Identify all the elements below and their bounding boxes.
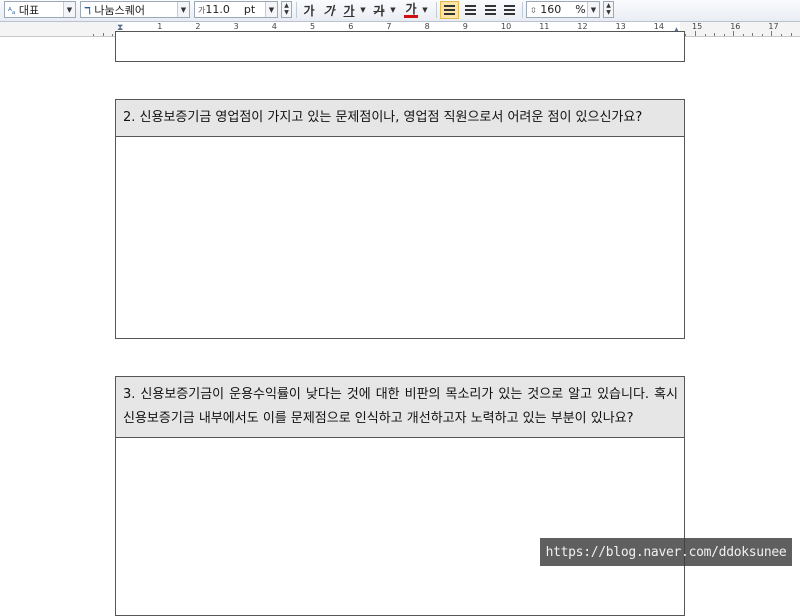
ruler-number: 6 [348,22,354,31]
ruler-number: 11 [539,22,550,31]
bold-label: 가 [303,3,315,18]
ruler-number: 8 [424,22,430,31]
underline-button[interactable]: 가 [340,1,358,19]
ruler-tick [733,31,735,36]
align-center-button[interactable] [481,1,500,19]
chevron-down-icon: ▼ [422,6,428,14]
align-justify-icon [444,5,455,15]
ruler-number: 13 [615,22,626,31]
question-box-3[interactable]: 3. 신용보증기금이 운용수익률이 낮다는 것에 대한 비판의 목소리가 있는 … [115,376,685,616]
previous-answer-box[interactable] [115,31,685,62]
font-value: 나눔스퀘어 [94,3,145,17]
font-size-select[interactable]: 가11.0 pt ▼ [194,1,278,18]
font-size-stepper[interactable]: ▲ ▼ [281,1,292,18]
toolbar-divider [296,2,297,18]
strike-options-button[interactable]: ▼ [388,1,398,19]
strikethrough-button[interactable]: 가 [370,1,388,19]
font-color-label: 가 [405,1,417,16]
ruler-tick [790,33,792,36]
toolbar-divider [522,2,523,18]
style-select[interactable]: ᴬₐ 대표 ▼ [4,1,76,18]
ruler-tick [780,34,782,36]
align-right-button[interactable] [500,1,519,19]
font-size-unit: pt [243,3,256,16]
ruler-tick [695,31,696,36]
font-type-icon: ℸ [84,5,91,17]
style-icon: ᴬₐ [8,6,16,17]
italic-label: 가 [323,3,335,18]
underline-label: 가 [343,3,355,18]
document-page[interactable]: 2. 신용보증기금 영업점이 가지고 있는 문제점이나, 영업점 직원으로서 어… [0,31,800,616]
strike-label: 가 [373,3,385,18]
ruler-number: 17 [768,22,779,31]
align-justify-button[interactable] [440,1,459,19]
line-spacing-value: 160 [540,3,562,16]
ruler-tick [93,34,95,36]
ruler-number: 3 [233,22,239,31]
ruler-number: 4 [271,22,277,31]
align-left-icon [465,5,476,15]
align-left-button[interactable] [461,1,480,19]
ruler-number: 14 [653,22,664,31]
ruler-tick [752,33,754,36]
ruler-tick [742,34,744,36]
align-right-icon [504,5,515,15]
line-spacing-select[interactable]: ⇳ 160 % ▼ [526,1,600,18]
ruler-number: 2 [195,22,201,31]
formatting-toolbar: ᴬₐ 대표 ▼ ℸ 나눔스퀘어 ▼ 가11.0 pt ▼ ▲ ▼ 가 가 가 ▼ … [0,0,800,22]
chevron-down-icon[interactable]: ▼ [177,2,189,17]
ruler-tick [723,34,725,36]
ruler-number: 5 [310,22,316,31]
blog-watermark: https://blog.naver.com/ddoksunee [540,538,792,566]
question-box-2[interactable]: 2. 신용보증기금 영업점이 가지고 있는 문제점이나, 영업점 직원으로서 어… [115,99,685,339]
bold-button[interactable]: 가 [300,1,318,19]
line-spacing-stepper[interactable]: ▲ ▼ [603,1,614,18]
chevron-down-icon: ▼ [360,6,366,14]
ruler-tick [112,34,114,36]
question-3-text[interactable]: 3. 신용보증기금이 운용수익률이 낮다는 것에 대한 비판의 목소리가 있는 … [116,377,684,438]
ruler-tick [704,34,706,36]
font-select[interactable]: ℸ 나눔스퀘어 ▼ [80,1,190,18]
align-center-icon [485,5,496,15]
ruler-tick [714,33,716,36]
chevron-down-icon: ▼ [390,6,396,14]
italic-button[interactable]: 가 [320,1,338,19]
ruler-tick [102,33,104,36]
ruler-number: 16 [730,22,741,31]
style-value: 대표 [18,3,40,17]
ruler-number: 7 [386,22,392,31]
ruler-number: 9 [462,22,468,31]
ruler-number: 1 [157,22,163,31]
question-2-text[interactable]: 2. 신용보증기금 영업점이 가지고 있는 문제점이나, 영업점 직원으로서 어… [116,100,684,137]
font-color-options-button[interactable]: ▼ [420,1,430,19]
underline-options-button[interactable]: ▼ [358,1,368,19]
ruler-tick [761,34,763,36]
line-spacing-unit: % [575,3,586,16]
font-size-value: 11.0 [205,3,230,16]
chevron-down-icon[interactable]: ▼ [265,2,277,17]
chevron-down-icon[interactable]: ▼ [63,2,75,17]
font-color-swatch [404,14,418,18]
ruler-tick [685,34,687,36]
toolbar-divider [436,2,437,18]
ruler-number: 10 [501,22,512,31]
chevron-down-icon[interactable]: ▼ [587,2,599,17]
ruler-number: 12 [577,22,588,31]
ruler-number: 15 [692,22,703,31]
font-color-button[interactable]: 가 [402,1,420,19]
line-spacing-icon: ⇳ [530,6,537,15]
ruler-tick [771,31,773,36]
